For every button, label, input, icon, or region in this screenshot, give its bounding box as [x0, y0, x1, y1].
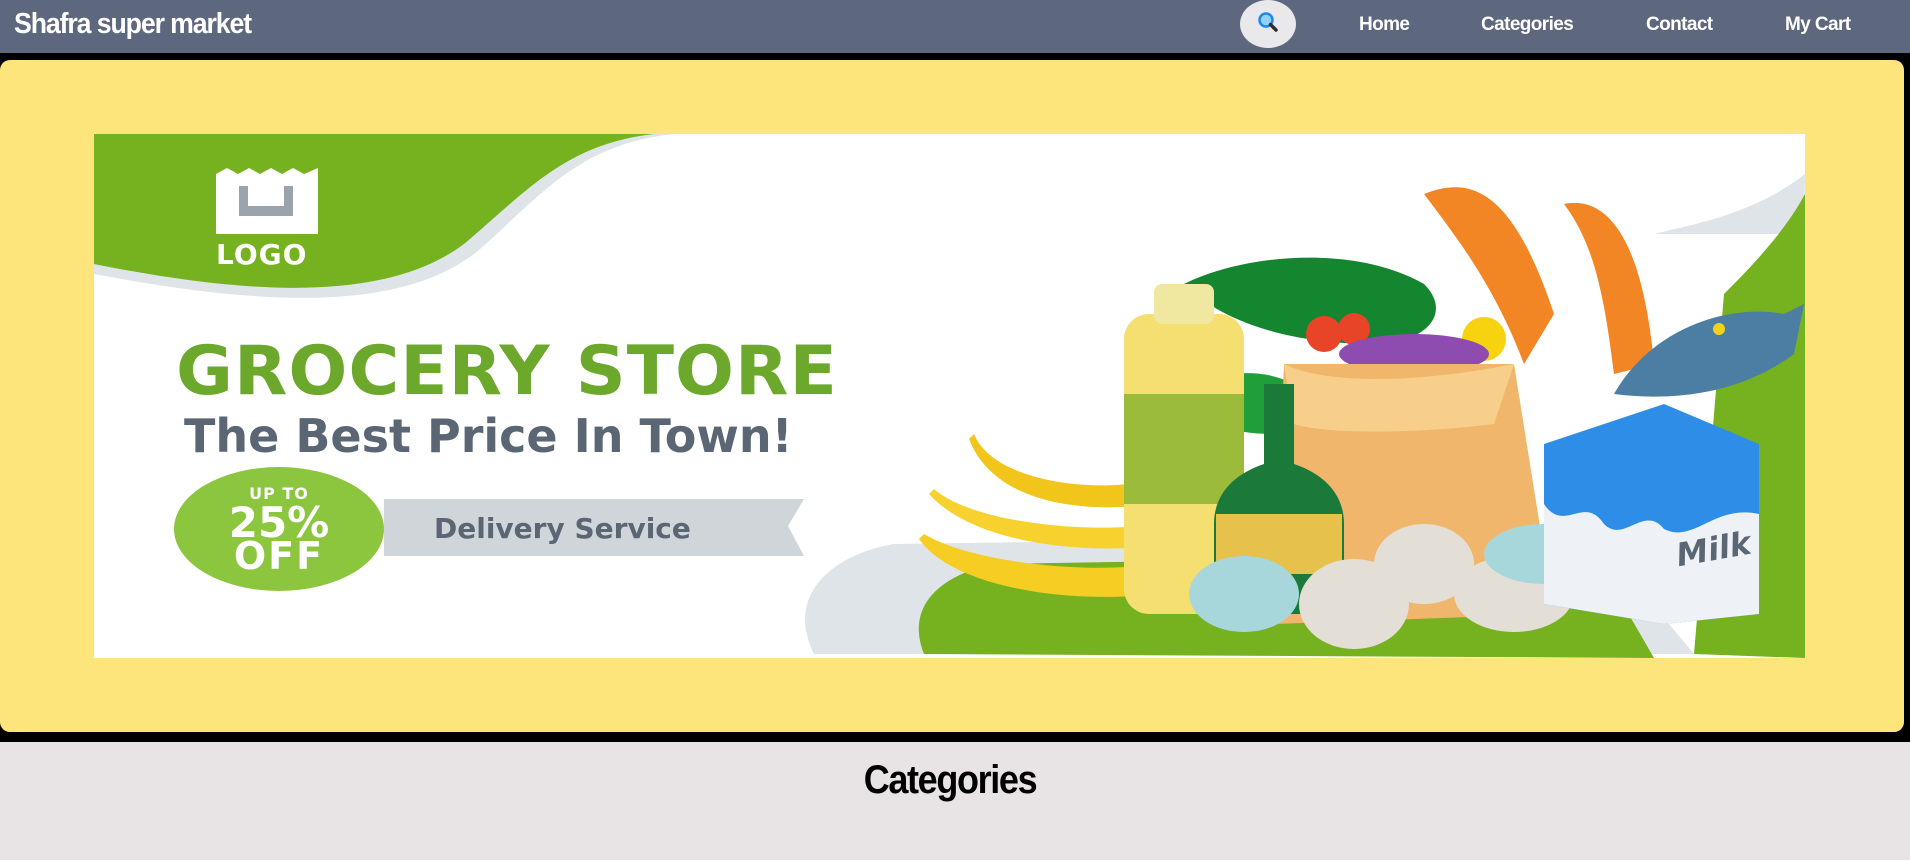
site-brand[interactable]: Shafra super market — [14, 8, 252, 41]
hero-banner-image: LOGO GROCERY STORE The Best Price In Tow… — [94, 134, 1805, 658]
magnifier-icon — [1257, 11, 1279, 38]
delivery-service-text: Delivery Service — [434, 512, 691, 545]
badge-off: OFF — [233, 534, 325, 578]
nav-categories-link[interactable]: Categories — [1481, 14, 1574, 36]
categories-heading: Categories — [863, 758, 1038, 802]
nav-contact-link[interactable]: Contact — [1646, 14, 1713, 36]
banner-headline: GROCERY STORE — [176, 332, 838, 411]
banner-subline: The Best Price In Town! — [184, 409, 793, 463]
banner-logo-text: LOGO — [216, 238, 308, 271]
nav-home-link[interactable]: Home — [1359, 14, 1410, 36]
navbar: Shafra super market Home Categories Cont… — [0, 0, 1910, 53]
nav-cart-link[interactable]: My Cart — [1785, 14, 1851, 36]
search-button[interactable] — [1240, 0, 1296, 48]
